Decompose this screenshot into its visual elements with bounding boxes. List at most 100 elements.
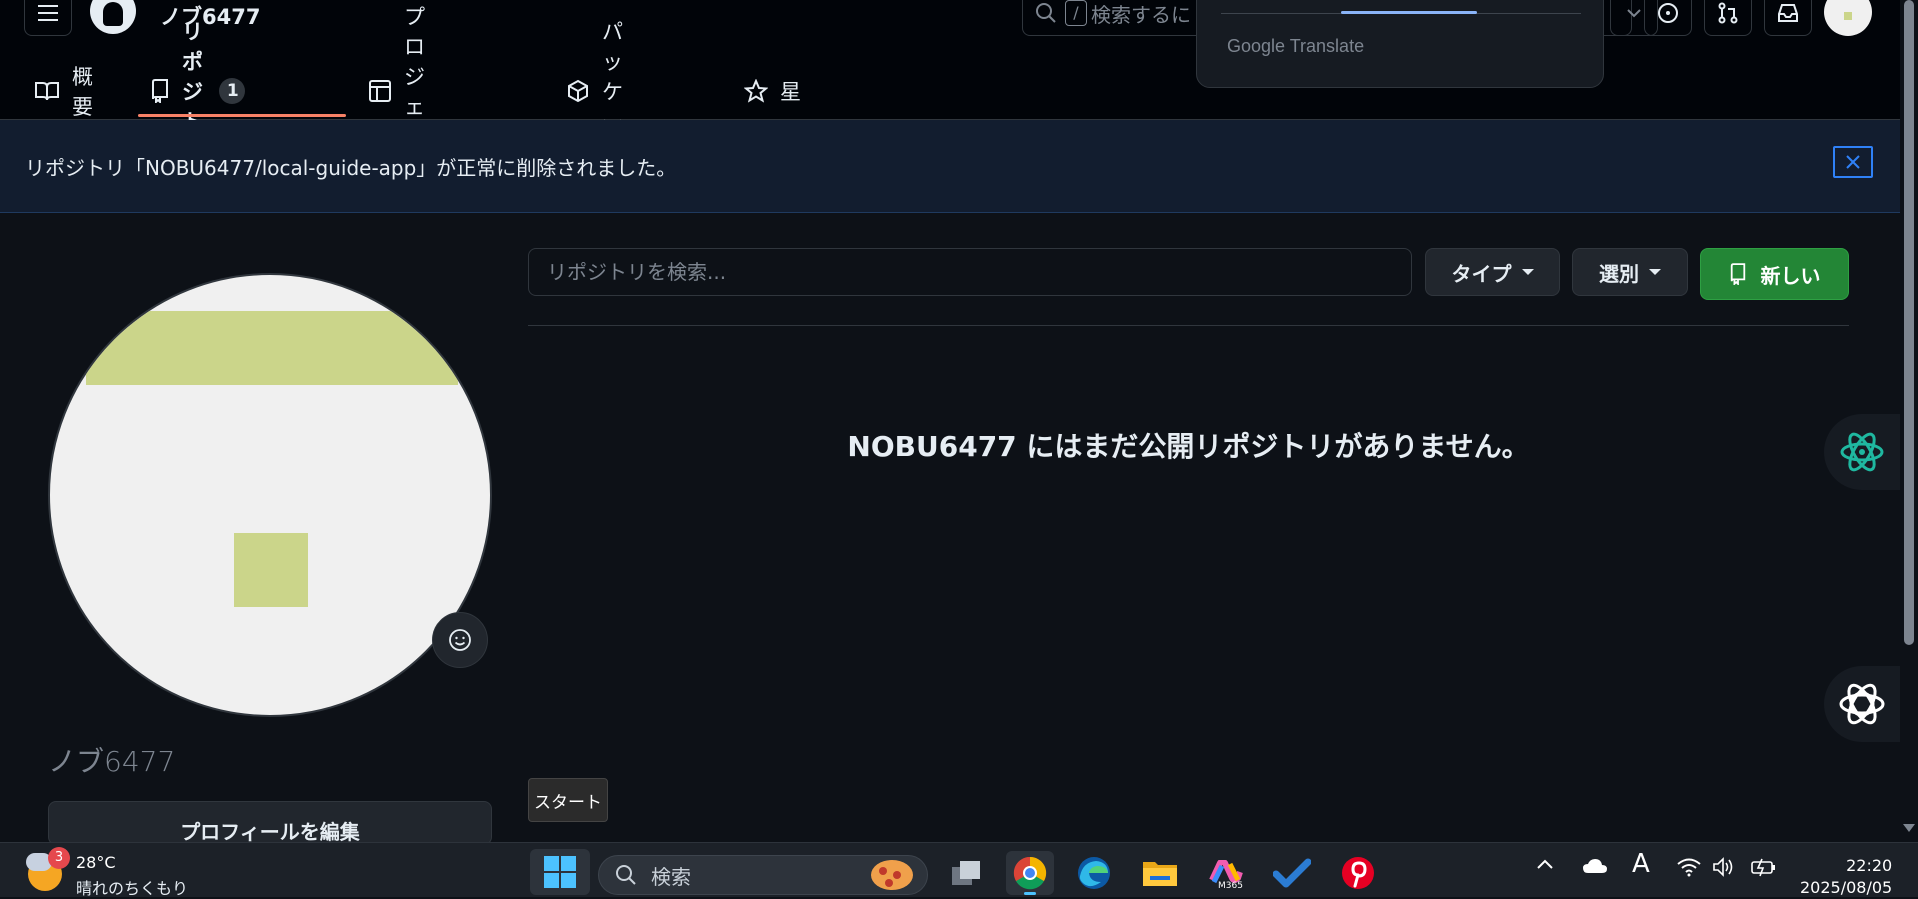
hamburger-icon xyxy=(38,5,58,21)
m365-label: M365 xyxy=(1218,881,1243,891)
chrome-icon xyxy=(1013,856,1047,890)
search-placeholder: 検索するに xyxy=(1091,2,1191,27)
tab-stars-label: 星 xyxy=(780,80,801,104)
windows-logo-icon xyxy=(544,856,576,888)
edge-button[interactable] xyxy=(1070,851,1118,895)
issue-circle-icon xyxy=(1658,3,1678,23)
weather-badge: 3 xyxy=(48,847,70,869)
battery-button[interactable] xyxy=(1750,857,1778,877)
weather-condition: 晴れのちくもり xyxy=(76,879,189,898)
smiley-icon xyxy=(449,629,471,651)
identicon-block xyxy=(234,533,308,607)
repo-icon xyxy=(150,79,170,103)
windows-taskbar: 3 28°C 晴れのちくもり 検索 M365 A 22:20 2025/08/0… xyxy=(0,842,1918,899)
clock-date: 2025/08/05 xyxy=(1800,878,1893,897)
search-shortcut-key: / xyxy=(1065,0,1087,26)
sort-label: 選別 xyxy=(1599,261,1639,286)
pull-request-icon xyxy=(1718,2,1738,24)
github-logo-icon[interactable] xyxy=(90,0,136,34)
type-filter-label: タイプ xyxy=(1451,261,1512,286)
pinterest-button[interactable] xyxy=(1334,851,1382,895)
tab-packages[interactable]: パッケージ xyxy=(566,20,623,164)
search-icon xyxy=(1036,3,1056,23)
chrome-button[interactable] xyxy=(1006,851,1054,895)
tab-overview-label: 概要 xyxy=(72,65,93,119)
tab-repositories[interactable]: リポジトリ 1 xyxy=(150,20,245,164)
taskbar-search[interactable]: 検索 xyxy=(598,855,928,895)
flash-close-button[interactable] xyxy=(1833,146,1873,178)
folder-icon xyxy=(1143,862,1177,886)
scrollbar-thumb[interactable] xyxy=(1904,0,1914,645)
caret-down-icon xyxy=(1521,269,1534,275)
pull-requests-button[interactable] xyxy=(1704,0,1752,36)
flash-message: リポジトリ「NOBU6477/local-guide-app」が正常に削除されま… xyxy=(25,156,677,180)
empty-repos-message: NOBU6477 にはまだ公開リポジトリがありません。 xyxy=(847,430,1530,463)
edit-profile-button[interactable]: プロフィールを編集 xyxy=(48,801,492,845)
set-status-button[interactable] xyxy=(432,612,488,668)
scroll-down-arrow-icon[interactable] xyxy=(1903,824,1915,832)
chatgpt-button[interactable] xyxy=(1824,666,1900,742)
search-icon xyxy=(616,865,636,885)
show-hidden-icons-button[interactable] xyxy=(1536,857,1554,871)
app-header: ノブ6477 / 検索するに Google Translate 概要 リポジ 1… xyxy=(0,0,1900,179)
inbox-button[interactable] xyxy=(1764,0,1812,36)
profile-avatar[interactable] xyxy=(48,273,492,717)
header-username[interactable]: ノブ6477 xyxy=(160,1,260,31)
tab-stars[interactable]: 星 xyxy=(744,62,801,120)
copilot-button[interactable] xyxy=(1644,0,1692,36)
inbox-icon xyxy=(1778,4,1798,22)
atom-icon xyxy=(1840,432,1884,472)
edge-icon xyxy=(1078,857,1110,889)
menu-button[interactable] xyxy=(24,0,72,36)
identicon-block xyxy=(86,311,458,385)
book-icon xyxy=(34,80,60,102)
task-view-icon xyxy=(952,861,980,885)
close-icon xyxy=(1846,155,1860,169)
tab-overview[interactable]: 概要 xyxy=(34,62,93,120)
chevron-up-icon xyxy=(1537,859,1553,869)
repo-search-input[interactable]: リポジトリを検索... xyxy=(528,248,1412,296)
openai-icon xyxy=(1839,683,1885,725)
chevron-down-icon xyxy=(1627,9,1641,18)
todo-button[interactable] xyxy=(1268,851,1316,895)
onedrive-button[interactable] xyxy=(1582,857,1608,875)
type-filter-button[interactable]: タイプ xyxy=(1425,248,1560,296)
weather-temperature: 28°C xyxy=(76,853,116,872)
user-avatar[interactable] xyxy=(1824,0,1872,36)
cloud-icon xyxy=(1583,859,1607,873)
speaker-icon xyxy=(1713,857,1733,877)
wifi-button[interactable] xyxy=(1676,857,1702,877)
ime-indicator[interactable]: A xyxy=(1632,849,1650,879)
checkmark-icon xyxy=(1273,858,1311,888)
repo-count-badge: 1 xyxy=(218,78,245,104)
wifi-icon xyxy=(1677,858,1701,877)
file-explorer-button[interactable] xyxy=(1136,851,1184,895)
caret-down-icon xyxy=(1649,269,1661,275)
task-view-button[interactable] xyxy=(942,851,990,895)
repo-list-divider xyxy=(528,325,1849,326)
clock-time: 22:20 xyxy=(1846,856,1893,875)
battery-charging-icon xyxy=(1751,858,1775,877)
star-icon xyxy=(744,79,768,103)
table-icon xyxy=(368,79,392,103)
volume-button[interactable] xyxy=(1712,857,1736,877)
ai-assistant-button[interactable] xyxy=(1824,414,1900,490)
sort-button[interactable]: 選別 xyxy=(1572,248,1688,296)
start-tooltip: スタート xyxy=(528,778,608,822)
repo-icon xyxy=(1730,263,1745,285)
start-button[interactable] xyxy=(530,849,590,895)
new-repo-button[interactable]: 新しい xyxy=(1700,248,1849,300)
active-tab-underline xyxy=(138,114,346,117)
google-translate-brand: Google Translate xyxy=(1227,36,1365,56)
translate-active-indicator xyxy=(1341,11,1477,14)
search-highlight-pizza-icon xyxy=(871,860,913,890)
new-repo-label: 新しい xyxy=(1760,263,1821,288)
package-icon xyxy=(566,79,590,103)
google-translate-popup[interactable]: Google Translate xyxy=(1196,0,1604,88)
pinterest-icon xyxy=(1342,857,1374,889)
taskbar-clock[interactable]: 22:20 2025/08/05 xyxy=(1800,855,1892,899)
flash-banner: リポジトリ「NOBU6477/local-guide-app」が正常に削除されま… xyxy=(0,120,1900,213)
microsoft-365-button[interactable]: M365 xyxy=(1202,851,1250,895)
taskbar-search-label: 検索 xyxy=(651,864,691,889)
tab-projects[interactable]: プロジェクト xyxy=(368,5,425,179)
